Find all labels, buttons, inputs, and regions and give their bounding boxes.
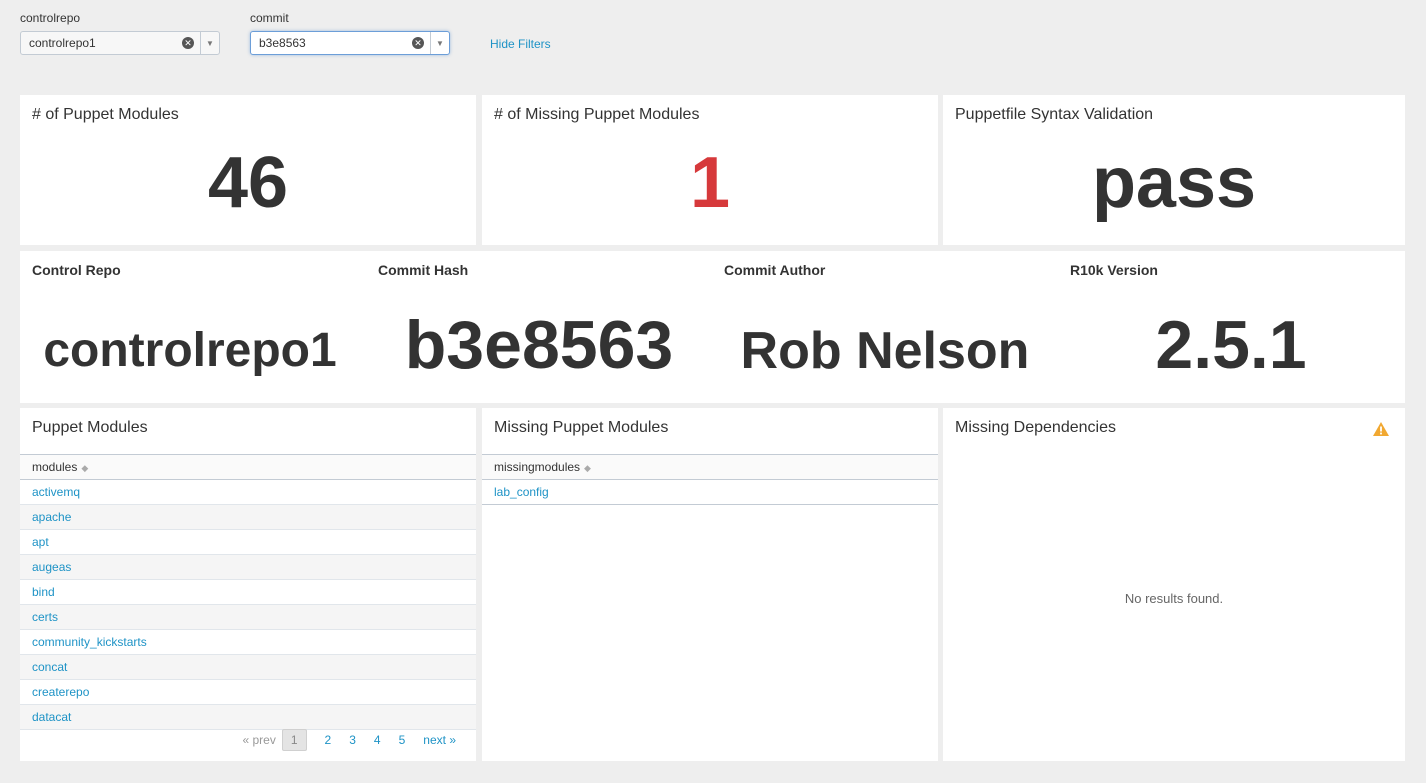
module-link[interactable]: community_kickstarts bbox=[32, 635, 147, 649]
kpi-value: 1 bbox=[689, 143, 731, 223]
missing-modules-panel: Missing Puppet Modules missingmodules ◆ l… bbox=[482, 408, 938, 761]
module-link[interactable]: activemq bbox=[32, 485, 80, 499]
page-1: 1 bbox=[281, 729, 307, 751]
table-row: bind bbox=[20, 579, 476, 605]
module-link[interactable]: lab_config bbox=[494, 485, 549, 499]
r10k-version-value: 2.5.1 bbox=[1155, 307, 1307, 383]
r10k-version-title: R10k Version bbox=[1070, 262, 1158, 278]
module-link[interactable]: apt bbox=[32, 535, 49, 549]
table-row: augeas bbox=[20, 554, 476, 580]
control-repo-title: Control Repo bbox=[32, 262, 121, 278]
module-link[interactable]: bind bbox=[32, 585, 55, 599]
panel-title: # of Puppet Modules bbox=[32, 106, 179, 123]
page-3[interactable]: 3 bbox=[349, 733, 356, 747]
module-link[interactable]: datacat bbox=[32, 710, 71, 724]
commit-select[interactable]: b3e8563 ✕ ▼ bbox=[250, 31, 450, 55]
panel-title: Puppetfile Syntax Validation bbox=[955, 106, 1154, 123]
table-row: createrepo bbox=[20, 679, 476, 705]
panel-title: Puppet Modules bbox=[32, 419, 148, 436]
sort-icon: ◆ bbox=[81, 463, 89, 473]
warning-icon[interactable] bbox=[1373, 422, 1389, 436]
module-link[interactable]: certs bbox=[32, 610, 58, 624]
commit-hash-value: b3e8563 bbox=[404, 307, 674, 383]
clear-icon[interactable]: ✕ bbox=[412, 37, 424, 49]
table-row: activemq bbox=[20, 479, 476, 505]
table-row: lab_config bbox=[482, 479, 938, 505]
table-row: community_kickstarts bbox=[20, 629, 476, 655]
kpi-value: 46 bbox=[207, 143, 289, 223]
commit-author-value: Rob Nelson bbox=[740, 322, 1030, 380]
column-header-label: modules bbox=[32, 460, 78, 474]
panel-title: # of Missing Puppet Modules bbox=[494, 106, 700, 123]
prev-page-link: « prev bbox=[242, 733, 276, 747]
filter-label-controlrepo: controlrepo bbox=[20, 11, 81, 25]
module-link[interactable]: apache bbox=[32, 510, 71, 524]
module-link[interactable]: augeas bbox=[32, 560, 71, 574]
module-link[interactable]: createrepo bbox=[32, 685, 89, 699]
panel-title: Missing Dependencies bbox=[955, 419, 1116, 436]
hide-filters-link[interactable]: Hide Filters bbox=[490, 37, 551, 51]
column-header-modules[interactable]: modules ◆ bbox=[20, 454, 476, 480]
page-5[interactable]: 5 bbox=[399, 733, 406, 747]
no-results-message: No results found. bbox=[1124, 591, 1224, 606]
kpi-puppet-modules: # of Puppet Modules 46 bbox=[20, 95, 476, 245]
filter-label-commit: commit bbox=[250, 11, 289, 25]
module-link[interactable]: concat bbox=[32, 660, 67, 674]
kpi-syntax-validation: Puppetfile Syntax Validation pass bbox=[943, 95, 1405, 245]
column-header-label: missingmodules bbox=[494, 460, 581, 474]
puppet-modules-table: modules ◆ activemq apache apt augeas bind… bbox=[20, 454, 476, 730]
table-row: apache bbox=[20, 504, 476, 530]
column-header-missingmodules[interactable]: missingmodules ◆ bbox=[482, 454, 938, 480]
puppet-modules-panel: Puppet Modules modules ◆ activemq apache … bbox=[20, 408, 476, 761]
page-2[interactable]: 2 bbox=[325, 733, 332, 747]
next-page-link[interactable]: next » bbox=[423, 733, 456, 747]
kpi-value: pass bbox=[1091, 143, 1257, 223]
controlrepo-select[interactable]: controlrepo1 ✕ ▼ bbox=[20, 31, 220, 55]
control-repo-value: controlrepo1 bbox=[43, 324, 337, 377]
clear-icon[interactable]: ✕ bbox=[182, 37, 194, 49]
panel-title: Missing Puppet Modules bbox=[494, 419, 669, 436]
table-row: apt bbox=[20, 529, 476, 555]
missing-dependencies-panel: Missing Dependencies No results found. bbox=[943, 408, 1405, 761]
table-row: datacat bbox=[20, 704, 476, 730]
table-row: concat bbox=[20, 654, 476, 680]
chevron-down-icon[interactable]: ▼ bbox=[430, 32, 449, 54]
chevron-down-icon[interactable]: ▼ bbox=[200, 32, 219, 54]
kpi-missing-modules: # of Missing Puppet Modules 1 bbox=[482, 95, 938, 245]
sort-icon: ◆ bbox=[584, 463, 591, 473]
commit-hash-title: Commit Hash bbox=[378, 262, 469, 278]
missing-modules-table: missingmodules ◆ lab_config bbox=[482, 454, 938, 505]
pagination: « prev 1 2 3 4 5 next » bbox=[225, 729, 456, 751]
summary-panel: Control Repo Commit Hash Commit Author R… bbox=[20, 251, 1405, 403]
commit-author-title: Commit Author bbox=[724, 262, 826, 278]
table-row: certs bbox=[20, 604, 476, 630]
page-4[interactable]: 4 bbox=[374, 733, 381, 747]
commit-select-value: b3e8563 bbox=[259, 36, 306, 50]
controlrepo-select-value: controlrepo1 bbox=[29, 36, 96, 50]
